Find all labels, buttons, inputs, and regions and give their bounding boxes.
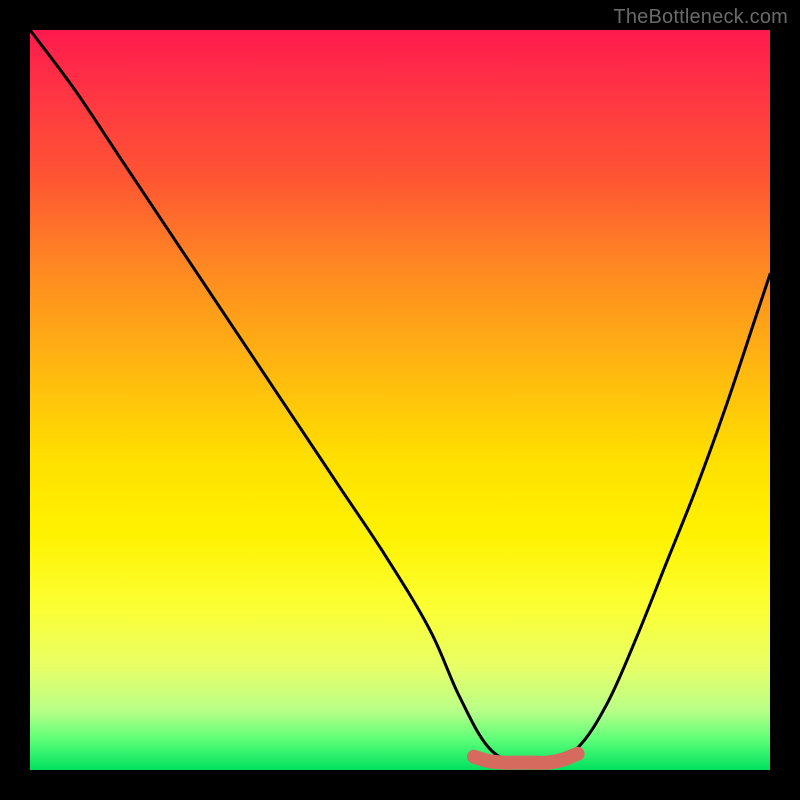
bottleneck-curve xyxy=(30,30,770,765)
optimal-band xyxy=(474,754,578,763)
plot-area xyxy=(30,30,770,770)
curve-layer xyxy=(30,30,770,770)
watermark-text: TheBottleneck.com xyxy=(613,6,788,29)
chart-frame: TheBottleneck.com xyxy=(0,0,800,800)
